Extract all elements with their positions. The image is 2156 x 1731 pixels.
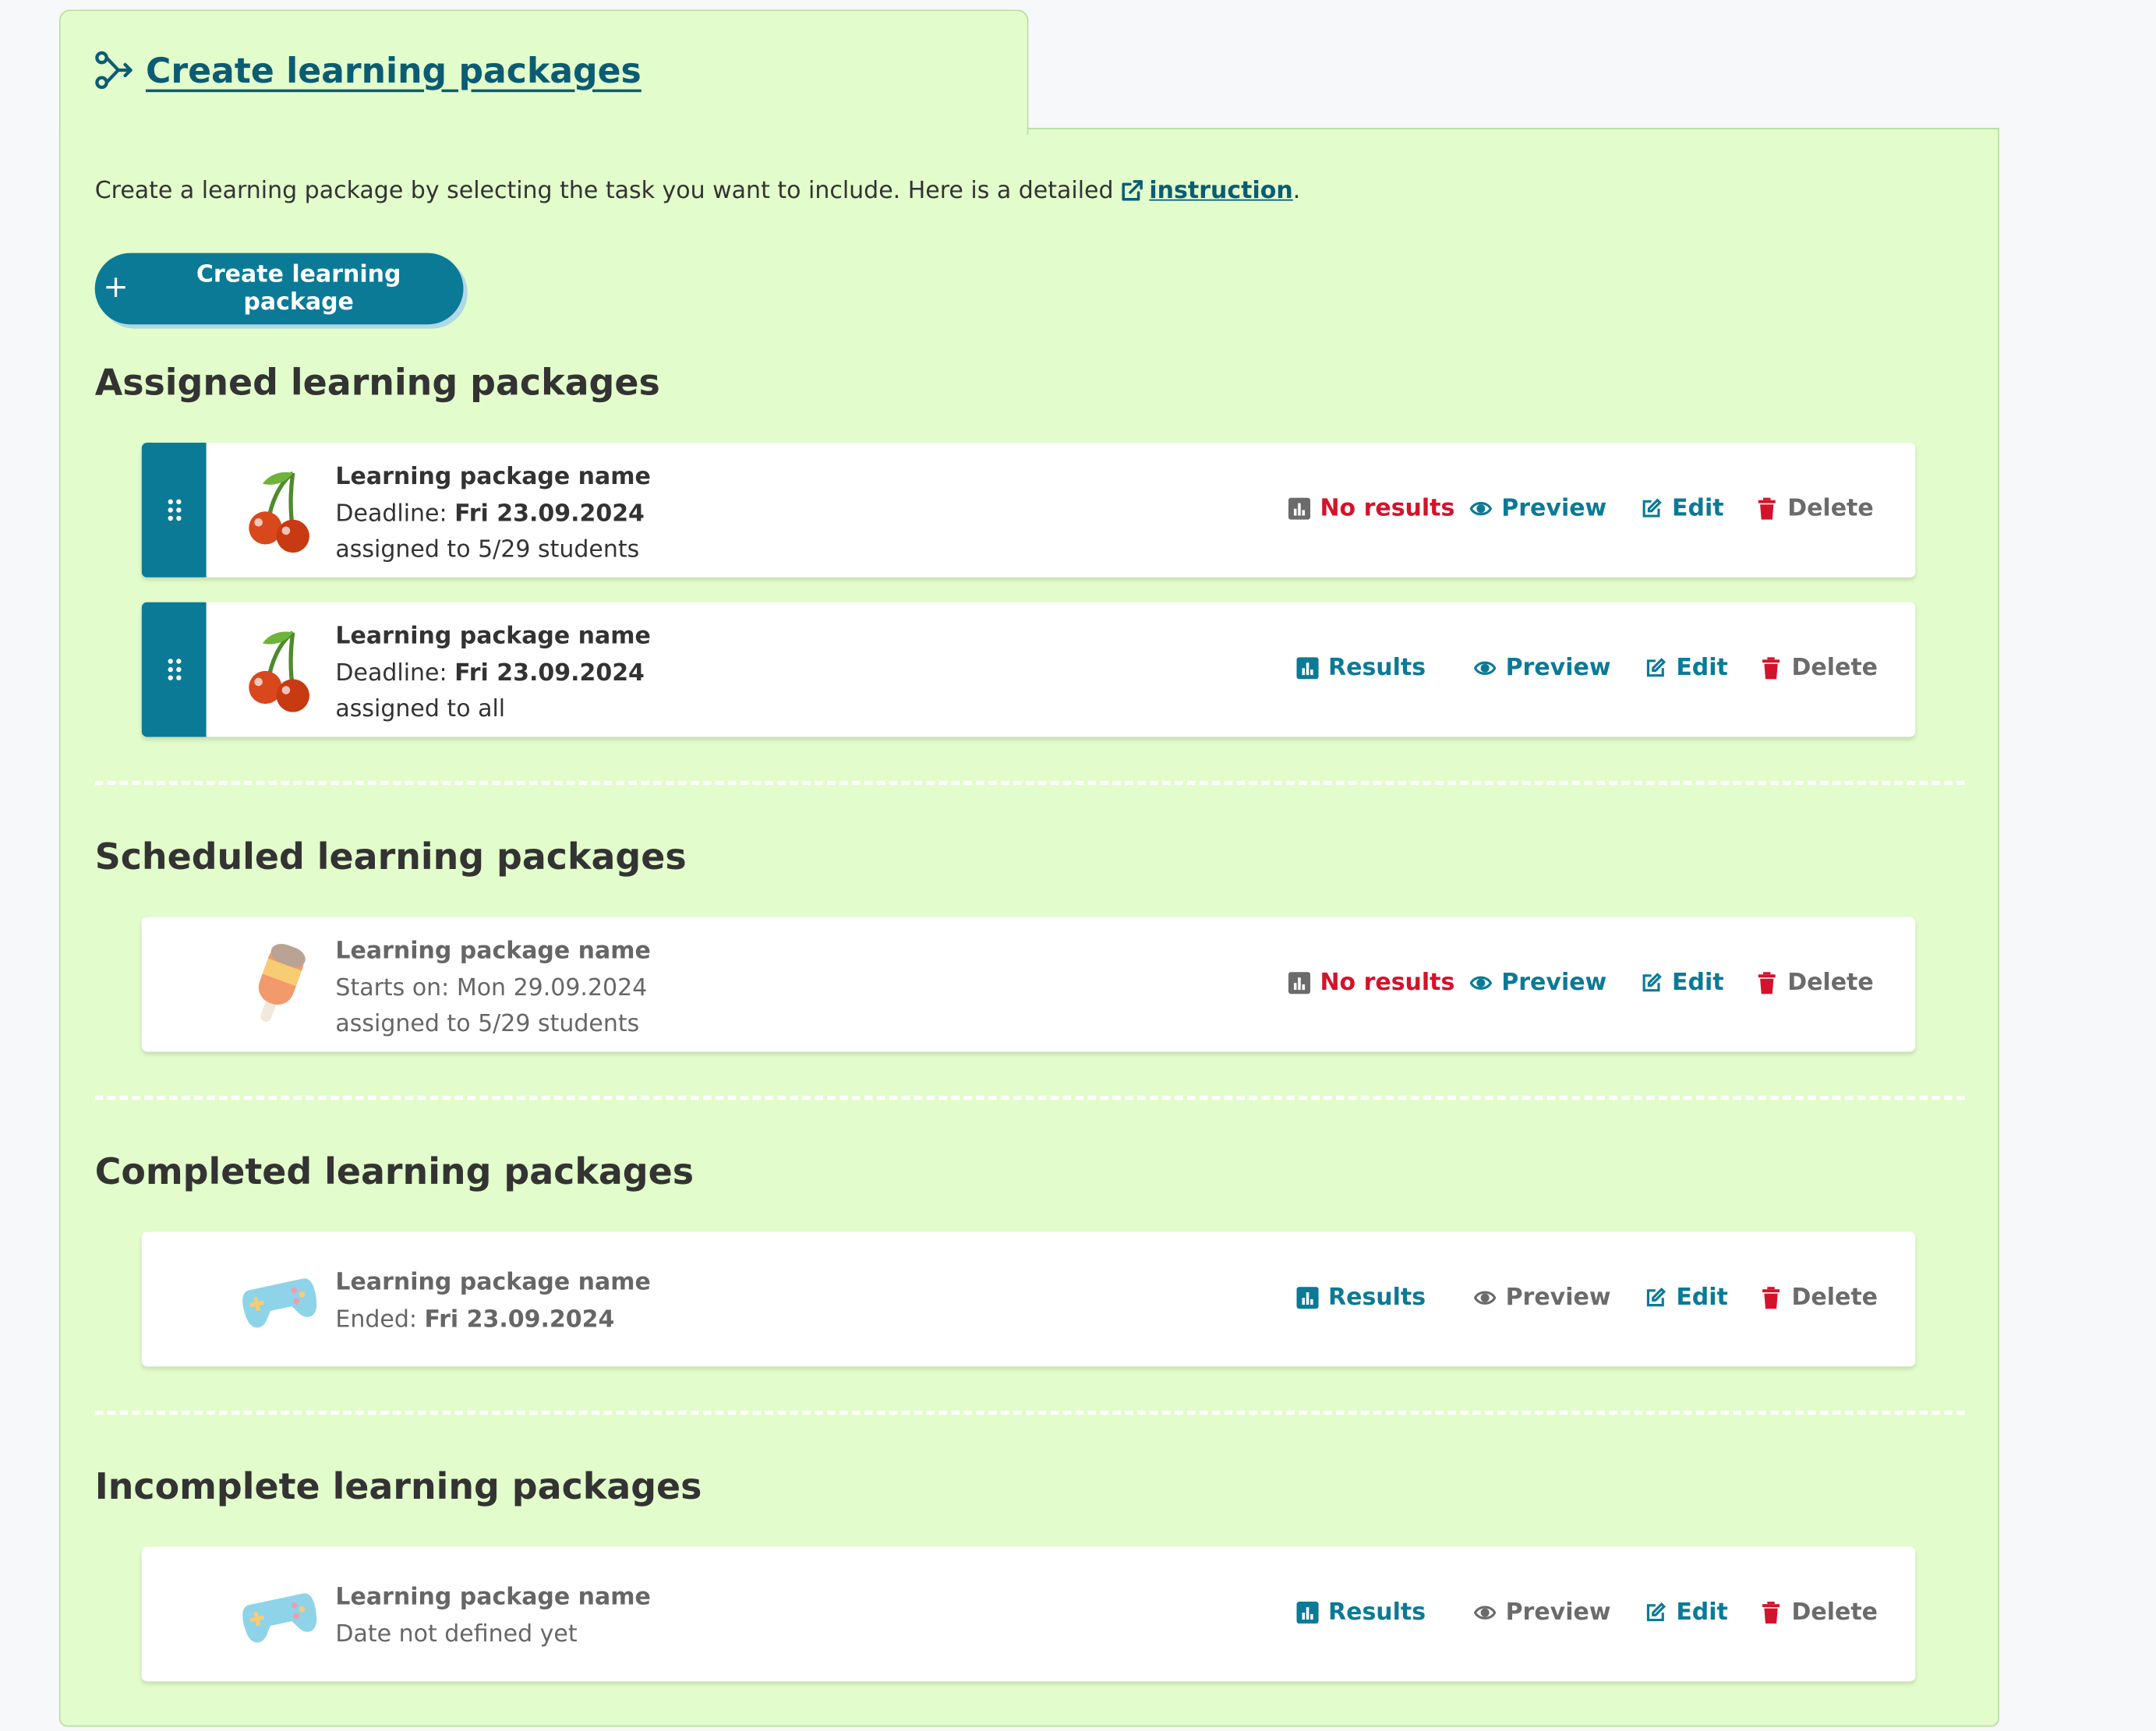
section-title-completed: Completed learning packages bbox=[94, 1152, 695, 1194]
preview-button[interactable]: Preview bbox=[1474, 655, 1611, 682]
section-divider bbox=[94, 1095, 1965, 1100]
package-end-date: Ended: Fri 23.09.2024 bbox=[335, 1305, 615, 1334]
learning-package-card: Learning package name Deadline: Fri 23.0… bbox=[141, 602, 1916, 737]
section-title-assigned: Assigned learning packages bbox=[94, 362, 660, 404]
package-assignment: assigned to 5/29 students bbox=[335, 535, 640, 564]
edit-button[interactable]: Edit bbox=[1645, 1599, 1728, 1627]
edit-button[interactable]: Edit bbox=[1645, 655, 1728, 682]
delete-button[interactable]: Delete bbox=[1760, 1599, 1878, 1627]
edit-button[interactable]: Edit bbox=[1645, 1284, 1728, 1312]
edit-button[interactable]: Edit bbox=[1640, 495, 1724, 522]
create-button-label: Create learning package bbox=[196, 261, 401, 316]
no-results-button[interactable]: No results bbox=[1288, 495, 1454, 522]
package-name: Learning package name bbox=[335, 1269, 651, 1297]
eye-icon bbox=[1469, 976, 1492, 990]
delete-button[interactable]: Delete bbox=[1760, 655, 1878, 682]
learning-package-card: Learning package name Starts on: Mon 29.… bbox=[141, 917, 1916, 1052]
learning-package-card: Learning package name Ended: Fri 23.09.2… bbox=[141, 1231, 1916, 1367]
package-assignment: assigned to all bbox=[335, 695, 506, 723]
main-panel: Create a learning package by selecting t… bbox=[58, 128, 1999, 1727]
package-info: Learning package name Date not defined y… bbox=[335, 1580, 650, 1652]
trash-icon bbox=[1758, 497, 1776, 520]
page-title-link[interactable]: Create learning packages bbox=[94, 50, 641, 91]
gamepad-icon bbox=[242, 1278, 317, 1328]
preview-button[interactable]: Preview bbox=[1469, 495, 1606, 522]
preview-button[interactable]: Preview bbox=[1474, 1284, 1611, 1312]
package-info: Learning package name Ended: Fri 23.09.2… bbox=[335, 1265, 650, 1337]
results-button[interactable]: Results bbox=[1296, 1599, 1426, 1627]
package-info: Learning package name Deadline: Fri 23.0… bbox=[335, 619, 650, 728]
chart-icon bbox=[1296, 1287, 1319, 1309]
delete-button[interactable]: Delete bbox=[1756, 970, 1874, 997]
package-name: Learning package name bbox=[335, 623, 651, 651]
external-link-icon bbox=[1122, 180, 1143, 201]
drag-handle[interactable] bbox=[141, 602, 207, 737]
results-button[interactable]: Results bbox=[1296, 1284, 1426, 1312]
intro-text: Create a learning package by selecting t… bbox=[95, 178, 1301, 205]
gamepad-icon bbox=[242, 1593, 317, 1643]
package-info: Learning package name Deadline: Fri 23.0… bbox=[335, 459, 650, 568]
learning-package-card: Learning package name Deadline: Fri 23.0… bbox=[141, 443, 1916, 578]
edit-icon bbox=[1642, 498, 1662, 518]
edit-icon bbox=[1646, 1288, 1666, 1307]
package-name: Learning package name bbox=[335, 938, 651, 966]
package-name: Learning package name bbox=[335, 1584, 651, 1612]
chart-icon bbox=[1288, 972, 1311, 994]
popsicle-icon bbox=[258, 944, 306, 1022]
edit-icon bbox=[1646, 1602, 1666, 1622]
instruction-link[interactable]: instruction bbox=[1149, 178, 1292, 205]
route-icon bbox=[95, 51, 133, 90]
chart-icon bbox=[1296, 657, 1319, 680]
trash-icon bbox=[1762, 657, 1780, 680]
edit-button[interactable]: Edit bbox=[1640, 970, 1724, 997]
trash-icon bbox=[1758, 972, 1776, 994]
results-button[interactable]: Results bbox=[1296, 655, 1426, 682]
eye-icon bbox=[1469, 502, 1492, 516]
edit-icon bbox=[1646, 658, 1666, 677]
package-date-status: Date not defined yet bbox=[335, 1620, 578, 1648]
drag-handle[interactable] bbox=[141, 443, 207, 578]
edit-icon bbox=[1642, 973, 1662, 992]
delete-button[interactable]: Delete bbox=[1760, 1284, 1878, 1312]
section-title-incomplete: Incomplete learning packages bbox=[94, 1467, 702, 1509]
package-start-date: Starts on: Mon 29.09.2024 bbox=[335, 973, 648, 1002]
no-results-button[interactable]: No results bbox=[1288, 970, 1454, 997]
create-learning-package-button[interactable]: + Create learning package bbox=[94, 253, 464, 325]
cherry-icon bbox=[249, 471, 309, 553]
preview-button[interactable]: Preview bbox=[1474, 1599, 1611, 1627]
drag-dots-icon bbox=[167, 499, 181, 521]
chart-icon bbox=[1288, 497, 1311, 520]
tab-create-learning-packages: Create learning packages bbox=[58, 9, 1029, 135]
drag-dots-icon bbox=[167, 659, 181, 680]
intro-end: . bbox=[1292, 177, 1301, 205]
trash-icon bbox=[1762, 1287, 1780, 1309]
eye-icon bbox=[1474, 1606, 1497, 1620]
trash-icon bbox=[1762, 1602, 1780, 1624]
delete-button[interactable]: Delete bbox=[1756, 495, 1874, 522]
package-deadline: Deadline: Fri 23.09.2024 bbox=[335, 659, 645, 687]
learning-package-card: Learning package name Date not defined y… bbox=[141, 1546, 1916, 1682]
eye-icon bbox=[1474, 661, 1497, 675]
plus-icon: + bbox=[103, 270, 129, 306]
package-info: Learning package name Starts on: Mon 29.… bbox=[335, 934, 650, 1043]
preview-button[interactable]: Preview bbox=[1469, 970, 1606, 997]
package-deadline: Deadline: Fri 23.09.2024 bbox=[335, 500, 645, 528]
section-divider bbox=[94, 780, 1965, 786]
package-assignment: assigned to 5/29 students bbox=[335, 1010, 640, 1038]
eye-icon bbox=[1474, 1291, 1497, 1305]
intro-sentence: Create a learning package by selecting t… bbox=[94, 177, 1114, 205]
section-divider bbox=[94, 1410, 1965, 1415]
section-title-scheduled: Scheduled learning packages bbox=[94, 837, 687, 879]
chart-icon bbox=[1296, 1602, 1319, 1624]
page-title: Create learning packages bbox=[145, 50, 641, 90]
cherry-icon bbox=[249, 631, 309, 712]
package-name: Learning package name bbox=[335, 463, 651, 491]
